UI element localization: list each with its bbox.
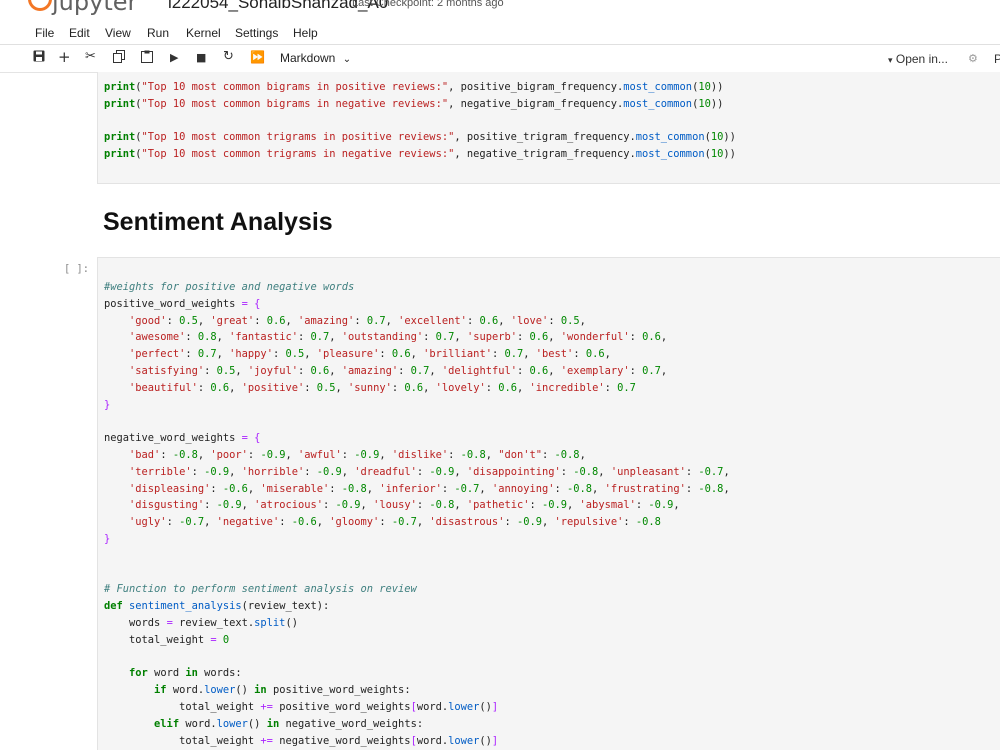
code-line: negative_word_weights = { bbox=[104, 432, 261, 445]
paste-icon[interactable] bbox=[141, 50, 153, 67]
code-line: # Function to perform sentiment analysis… bbox=[104, 583, 417, 596]
menu-settings[interactable]: Settings bbox=[235, 26, 278, 40]
gear-icon[interactable]: ⚙ bbox=[968, 52, 978, 65]
code-cell-source: print("Top 10 most common bigrams in pos… bbox=[104, 79, 736, 163]
cell-prompt: [ ]: bbox=[64, 263, 90, 275]
code-line: for word in words: bbox=[129, 667, 242, 680]
stop-icon[interactable]: ■ bbox=[196, 51, 206, 64]
code-line: words = review_text.split() bbox=[104, 616, 298, 629]
open-in-dropdown[interactable]: ▾ Open in... bbox=[888, 52, 948, 66]
menu-run[interactable]: Run bbox=[147, 26, 169, 40]
cut-icon[interactable]: ✂ bbox=[85, 49, 96, 64]
menu-help[interactable]: Help bbox=[293, 26, 318, 40]
code-line: 'satisfying': 0.5, 'joyful': 0.6, 'amazi… bbox=[129, 364, 668, 377]
menu-view[interactable]: View bbox=[105, 26, 131, 40]
code-cell-source: #weights for positive and negative words… bbox=[104, 279, 730, 749]
notebook-toolbar: + ✂ ▶ ■ ↻ ⏩ Markdown ⌄ ▾ Open in... ⚙ P bbox=[0, 46, 1000, 73]
menu-edit[interactable]: Edit bbox=[69, 26, 90, 40]
title-bar: jupyter i222054_SohaibShahzad_A0 Last Ch… bbox=[0, 0, 1000, 18]
code-line: 'awesome': 0.8, 'fantastic': 0.7, 'outst… bbox=[129, 331, 668, 344]
jupyter-logo-icon bbox=[28, 0, 52, 11]
code-line: 'good': 0.5, 'great': 0.6, 'amazing': 0.… bbox=[129, 314, 586, 327]
open-in-label: Open in... bbox=[895, 52, 948, 66]
code-line: def sentiment_analysis(review_text): bbox=[104, 600, 330, 613]
code-line: positive_word_weights = { bbox=[104, 297, 261, 310]
menu-kernel[interactable]: Kernel bbox=[186, 26, 221, 40]
trailing-toolbar-item[interactable]: P bbox=[994, 52, 1000, 66]
chevron-down-icon: ▾ bbox=[888, 55, 893, 65]
fast-forward-icon[interactable]: ⏩ bbox=[250, 50, 265, 64]
code-line: print("Top 10 most common bigrams in neg… bbox=[104, 97, 724, 110]
code-line: 'beautiful': 0.6, 'positive': 0.5, 'sunn… bbox=[129, 381, 636, 394]
code-line: 'bad': -0.8, 'poor': -0.9, 'awful': -0.9… bbox=[129, 448, 586, 461]
code-line: elif word.lower() in negative_word_weigh… bbox=[154, 717, 424, 730]
code-line: print("Top 10 most common bigrams in pos… bbox=[104, 81, 724, 93]
code-line: } bbox=[104, 532, 111, 545]
menu-file[interactable]: File bbox=[35, 26, 54, 40]
code-line: total_weight += negative_word_weights[wo… bbox=[104, 734, 499, 747]
code-line: #weights for positive and negative words bbox=[104, 281, 355, 293]
checkpoint-status: Last Checkpoint: 2 months ago bbox=[352, 0, 504, 9]
code-line: 'displeasing': -0.6, 'miserable': -0.8, … bbox=[129, 482, 730, 495]
menu-bar: File Edit View Run Kernel Settings Help bbox=[0, 23, 1000, 45]
jupyter-logo-text[interactable]: jupyter bbox=[52, 0, 137, 16]
code-line: 'disgusting': -0.9, 'atrocious': -0.9, '… bbox=[129, 499, 680, 512]
restart-icon[interactable]: ↻ bbox=[223, 49, 234, 64]
code-line: print("Top 10 most common trigrams in ne… bbox=[104, 148, 736, 161]
code-line: if word.lower() in positive_word_weights… bbox=[154, 684, 411, 697]
code-line: 'ugly': -0.7, 'negative': -0.6, 'gloomy'… bbox=[129, 516, 661, 529]
run-icon[interactable]: ▶ bbox=[170, 51, 178, 64]
markdown-heading: Sentiment Analysis bbox=[103, 208, 333, 236]
notebook-panel[interactable]: print("Top 10 most common bigrams in pos… bbox=[0, 72, 1000, 750]
code-line: 'terrible': -0.9, 'horrible': -0.9, 'dre… bbox=[129, 465, 730, 478]
code-line: total_weight = 0 bbox=[104, 633, 230, 646]
add-cell-icon[interactable]: + bbox=[58, 48, 71, 66]
chevron-down-icon: ⌄ bbox=[342, 54, 352, 65]
cell-type-value: Markdown bbox=[280, 51, 336, 65]
code-line: } bbox=[104, 398, 111, 411]
save-icon[interactable] bbox=[33, 50, 45, 66]
code-line: 'perfect': 0.7, 'happy': 0.5, 'pleasure'… bbox=[129, 348, 611, 361]
cell-type-dropdown[interactable]: Markdown ⌄ bbox=[280, 51, 351, 65]
code-line: total_weight += positive_word_weights[wo… bbox=[104, 700, 499, 713]
copy-icon[interactable] bbox=[113, 50, 125, 67]
code-line: print("Top 10 most common trigrams in po… bbox=[104, 131, 736, 144]
